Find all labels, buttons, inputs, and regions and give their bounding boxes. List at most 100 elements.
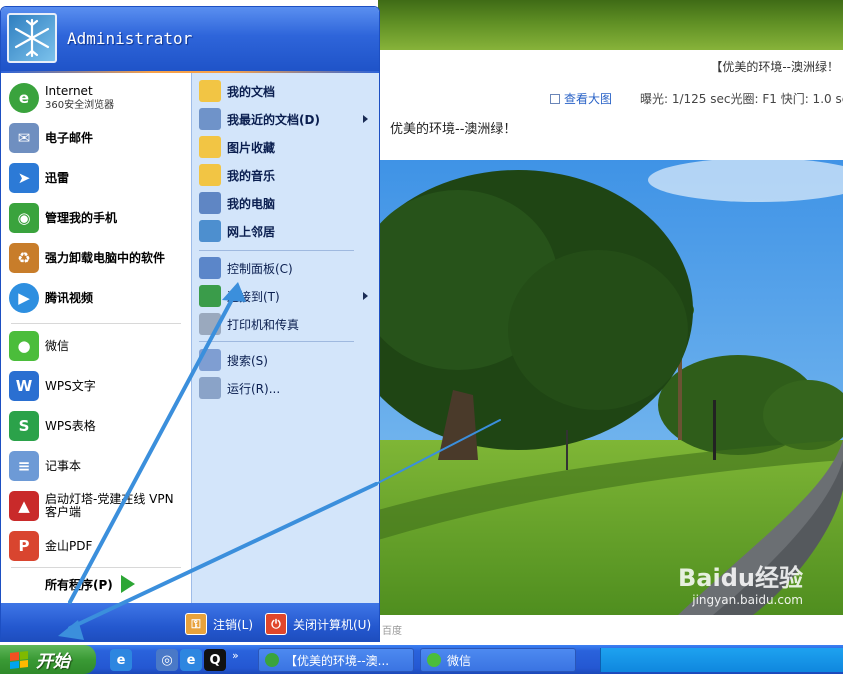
menu-item-label: 金山PDF — [45, 538, 93, 553]
place-connect-to[interactable]: 连接到(T) — [199, 283, 374, 309]
menu-item-wps-sheet[interactable]: S WPS表格 — [9, 409, 191, 443]
place-label: 我的电脑 — [227, 196, 276, 211]
printer-icon — [199, 313, 221, 335]
place-my-computer[interactable]: 我的电脑 — [199, 190, 374, 216]
place-label: 网上邻居 — [227, 224, 276, 239]
browser-icon[interactable]: ◎ — [156, 649, 178, 671]
run-icon — [199, 377, 221, 399]
taskbar-button-wechat[interactable]: 微信 — [420, 648, 576, 672]
wechat-icon — [427, 653, 441, 667]
computer-icon — [199, 192, 221, 214]
place-control-panel[interactable]: 控制面板(C) — [199, 255, 374, 281]
place-label: 搜索(S) — [227, 353, 268, 368]
watermark-text: Baidu经验 — [678, 564, 803, 592]
menu-separator — [11, 567, 181, 568]
place-label: 连接到(T) — [227, 289, 280, 304]
menu-item-wps-writer[interactable]: W WPS文字 — [9, 369, 191, 403]
ie-icon[interactable]: e — [180, 649, 202, 671]
pdf-icon: P — [9, 531, 39, 561]
menu-item-kingsoft-pdf[interactable]: P 金山PDF — [9, 529, 191, 563]
place-run[interactable]: 运行(R)... — [199, 375, 374, 401]
view-large-link[interactable]: 查看大图 — [550, 90, 612, 107]
place-label: 运行(R)... — [227, 381, 281, 396]
menu-item-lighthouse-vpn[interactable]: ▲ 启动灯塔-党建在线 VPN客户端 — [9, 489, 191, 523]
uninstall-icon: ♻ — [9, 243, 39, 273]
menu-item-label: WPS表格 — [45, 418, 96, 433]
menu-item-internet[interactable]: e Internet 360安全浏览器 — [9, 81, 191, 115]
menu-item-notepad[interactable]: ≡ 记事本 — [9, 449, 191, 483]
menu-item-phone-manager[interactable]: ◉ 管理我的手机 — [9, 201, 191, 235]
place-label: 我的音乐 — [227, 168, 276, 183]
folder-icon — [199, 80, 221, 102]
pictures-folder-icon — [199, 136, 221, 158]
power-icon: ⏻ — [265, 613, 287, 635]
system-tray[interactable] — [600, 648, 843, 672]
user-name: Administrator — [67, 29, 193, 48]
menu-separator — [199, 250, 354, 251]
menu-item-email[interactable]: ✉ 电子邮件 — [9, 121, 191, 155]
place-recent-documents[interactable]: 我最近的文档(D) — [199, 106, 374, 132]
baidu-watermark: Baidu经验 jingyan.baidu.com — [678, 558, 803, 607]
page-title-link[interactable]: 【优美的环境--澳洲绿！ — [710, 58, 839, 75]
all-programs-button[interactable]: 所有程序(P) — [45, 575, 135, 593]
menu-item-label: WPS文字 — [45, 378, 96, 393]
logoff-label: 注销(L) — [213, 617, 254, 632]
menu-item-label: 记事本 — [45, 458, 82, 473]
place-label: 打印机和传真 — [227, 317, 300, 332]
menu-item-sublabel: 360安全浏览器 — [45, 99, 115, 111]
park-photo[interactable] — [378, 160, 843, 615]
taskbar-button-label: 微信 — [447, 653, 472, 668]
view-large-icon — [550, 94, 560, 104]
start-label: 开始 — [36, 652, 70, 672]
start-menu-header: Administrator — [1, 7, 379, 71]
watermark-url: jingyan.baidu.com — [692, 593, 803, 607]
ie-icon[interactable]: e — [110, 649, 132, 671]
user-avatar[interactable] — [7, 13, 57, 63]
menu-item-label: 强力卸载电脑中的软件 — [45, 250, 166, 265]
place-pictures[interactable]: 图片收藏 — [199, 134, 374, 160]
place-label: 我的文档 — [227, 84, 276, 99]
shutdown-button[interactable]: ⏻ 关闭计算机(U) — [265, 611, 371, 637]
place-my-music[interactable]: 我的音乐 — [199, 162, 374, 188]
wps-writer-icon: W — [9, 371, 39, 401]
start-menu: Administrator e Internet 360安全浏览器 ✉ 电子邮件 … — [0, 6, 380, 642]
menu-item-label: 启动灯塔-党建在线 VPN客户端 — [45, 492, 174, 519]
logoff-button[interactable]: ⚿ 注销(L) — [185, 611, 253, 637]
start-button[interactable]: 开始 — [0, 645, 96, 674]
menu-item-label: 管理我的手机 — [45, 210, 118, 225]
email-icon: ✉ — [9, 123, 39, 153]
menu-item-xunlei[interactable]: ➤ 迅雷 — [9, 161, 191, 195]
place-label: 图片收藏 — [227, 140, 276, 155]
snowflake-icon — [14, 18, 50, 58]
place-printers[interactable]: 打印机和传真 — [199, 311, 374, 337]
place-search[interactable]: 搜索(S) — [199, 347, 374, 373]
taskbar: 开始 e ◎ e Q » 【优美的环境--澳... 微信 — [0, 645, 843, 674]
phone-manager-icon: ◉ — [9, 203, 39, 233]
place-my-documents[interactable]: 我的文档 — [199, 78, 374, 104]
photo-top-strip — [378, 0, 843, 50]
windows-flag-icon — [10, 650, 28, 669]
menu-item-label: 腾讯视频 — [45, 290, 94, 305]
place-network[interactable]: 网上邻居 — [199, 218, 374, 244]
quick-launch-chevron[interactable]: » — [232, 649, 239, 662]
menu-item-label: 迅雷 — [45, 170, 70, 185]
place-label: 我最近的文档(D) — [227, 112, 320, 127]
menu-item-uninstall[interactable]: ♻ 强力卸载电脑中的软件 — [9, 241, 191, 275]
menu-item-tencent-video[interactable]: ▶ 腾讯视频 — [9, 281, 191, 315]
qq-icon[interactable]: Q — [204, 649, 226, 671]
control-panel-icon — [199, 257, 221, 279]
menu-separator — [11, 323, 181, 324]
photo-caption: 优美的环境--澳洲绿！ — [390, 122, 517, 137]
menu-separator — [199, 341, 354, 342]
menu-item-wechat[interactable]: ● 微信 — [9, 329, 191, 363]
menu-item-label: Internet — [45, 83, 93, 98]
search-icon — [199, 349, 221, 371]
submenu-arrow-icon — [363, 115, 368, 123]
browser-icon — [265, 653, 279, 667]
place-label: 控制面板(C) — [227, 261, 293, 276]
green-arrow-icon — [120, 575, 135, 593]
key-icon: ⚿ — [185, 613, 207, 635]
recent-docs-icon — [199, 108, 221, 130]
taskbar-button-browser[interactable]: 【优美的环境--澳... — [258, 648, 414, 672]
browser-icon: e — [9, 83, 39, 113]
